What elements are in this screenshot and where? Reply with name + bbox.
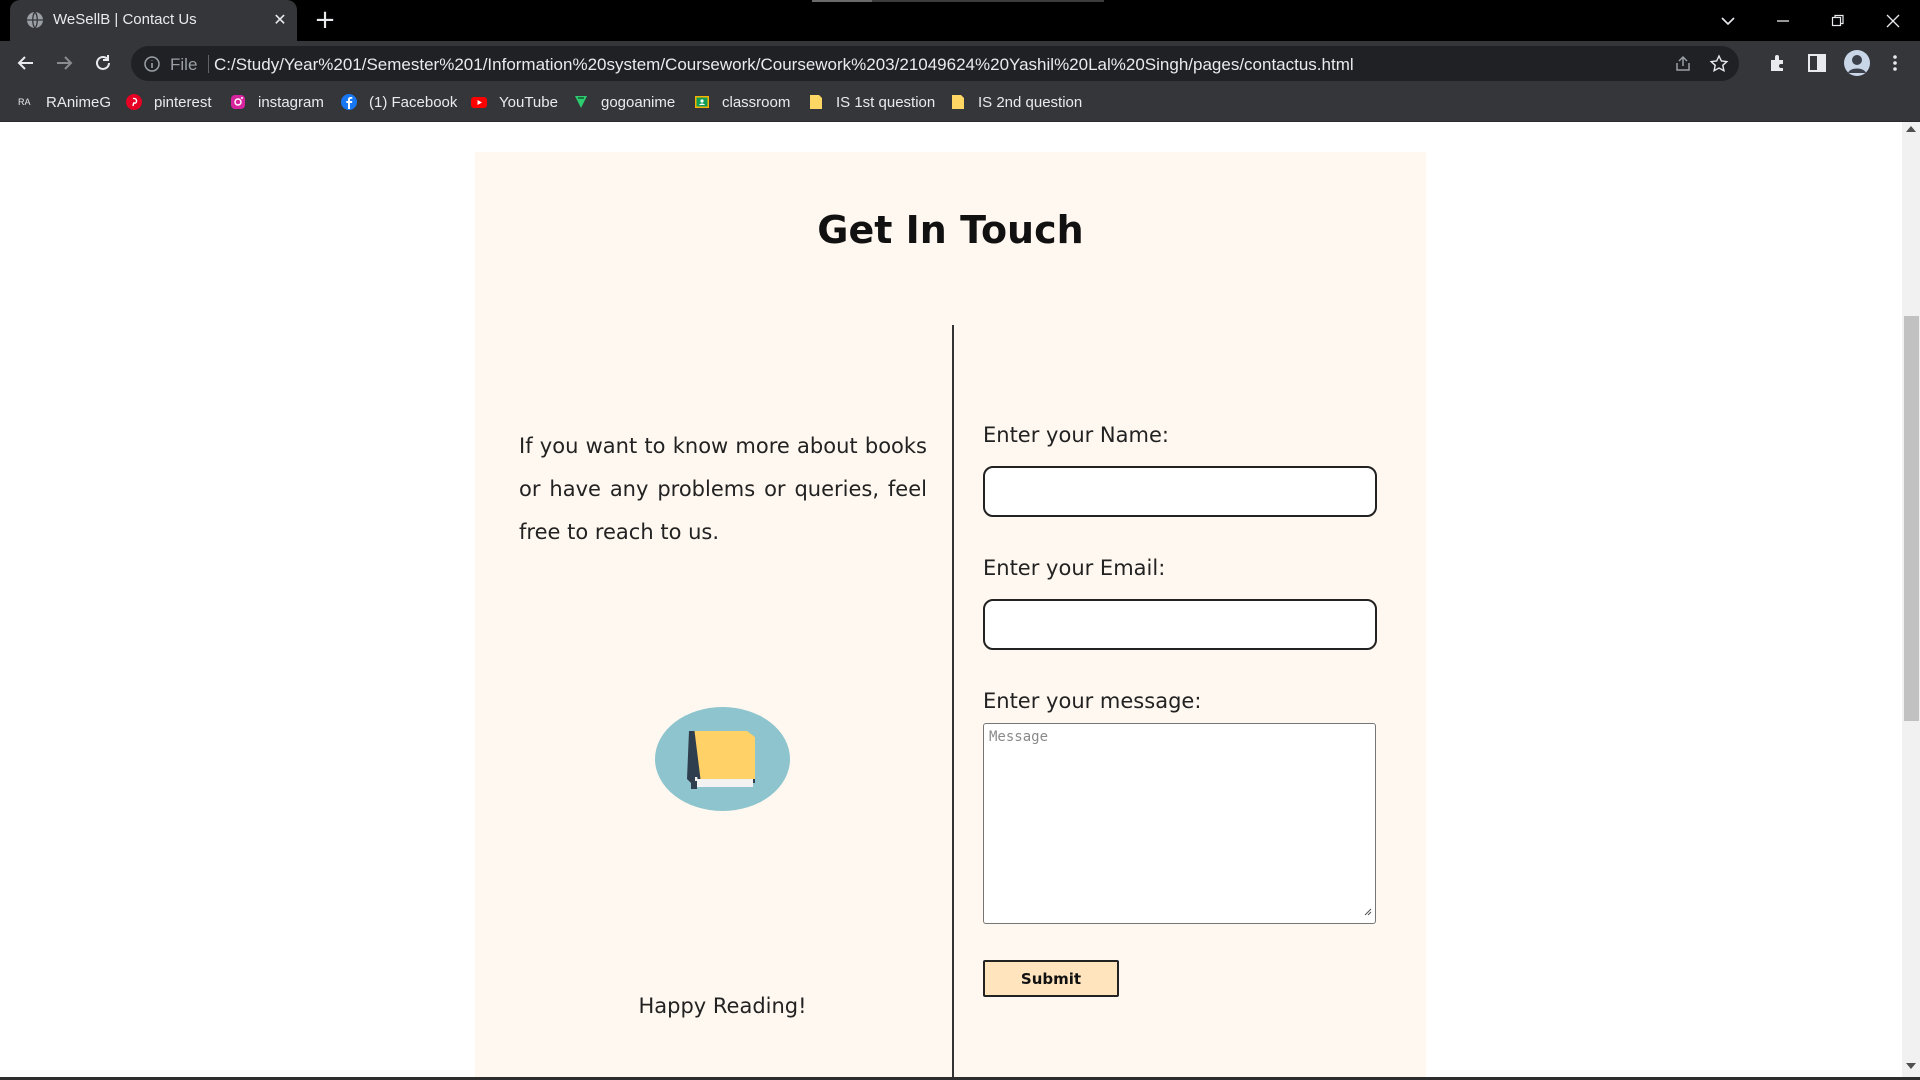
bookmark-label: instagram bbox=[258, 93, 324, 111]
bookmark-label: IS 2nd question bbox=[978, 93, 1083, 111]
scroll-down-arrow-icon[interactable] bbox=[1906, 1063, 1916, 1069]
bookmark-instagram[interactable]: instagram bbox=[230, 92, 324, 112]
bookmark-pinterest[interactable]: pinterest bbox=[126, 92, 212, 112]
extensions-puzzle-icon[interactable] bbox=[1767, 52, 1789, 74]
resize-grip-icon[interactable] bbox=[1362, 906, 1372, 916]
close-tab-icon[interactable]: ✕ bbox=[270, 10, 290, 30]
menu-kebab-icon[interactable] bbox=[1884, 52, 1906, 74]
scheme-label: File bbox=[170, 55, 198, 74]
reload-icon[interactable] bbox=[89, 49, 117, 77]
bookmark-youtube[interactable]: YouTube bbox=[471, 92, 558, 112]
bookmark-is-2nd-question[interactable]: IS 2nd question bbox=[950, 92, 1082, 112]
tab-strip: WeSellB | Contact Us ✕ + bbox=[0, 0, 1920, 41]
closing-text: Happy Reading! bbox=[638, 994, 807, 1018]
page-viewport: Get In Touch If you want to know more ab… bbox=[0, 122, 1902, 1080]
gogoanime-icon bbox=[575, 96, 587, 108]
info-icon[interactable] bbox=[143, 55, 161, 73]
bookmark-facebook[interactable]: (1) Facebook bbox=[341, 92, 457, 112]
folder-icon bbox=[952, 95, 964, 109]
pinterest-icon bbox=[126, 94, 142, 110]
page-scrollbar[interactable] bbox=[1902, 122, 1920, 1080]
email-input[interactable] bbox=[983, 599, 1377, 650]
bookmark-label: IS 1st question bbox=[836, 93, 936, 111]
name-input[interactable] bbox=[983, 466, 1377, 517]
message-label: Enter your message: bbox=[983, 689, 1202, 713]
bookmark-label: gogoanime bbox=[601, 93, 676, 111]
scrollbar-thumb[interactable] bbox=[1904, 316, 1919, 721]
browser-toolbar: File C:/Study/Year%201/Semester%201/Info… bbox=[0, 41, 1920, 84]
url-text[interactable]: C:/Study/Year%201/Semester%201/Informati… bbox=[214, 55, 1354, 75]
page-title: Get In Touch bbox=[817, 208, 1084, 252]
side-panel-icon[interactable] bbox=[1806, 52, 1828, 74]
share-icon[interactable] bbox=[1673, 54, 1693, 74]
tab-search-icon[interactable] bbox=[1713, 6, 1743, 36]
close-window-icon[interactable] bbox=[1878, 6, 1908, 36]
book-icon bbox=[655, 707, 790, 811]
message-textarea[interactable] bbox=[983, 723, 1376, 924]
facebook-icon bbox=[341, 94, 357, 110]
bookmark-label: (1) Facebook bbox=[369, 93, 458, 111]
instagram-icon bbox=[231, 95, 245, 109]
email-label: Enter your Email: bbox=[983, 556, 1166, 580]
bookmark-classroom[interactable]: classroom bbox=[694, 92, 790, 112]
restore-icon[interactable] bbox=[1823, 6, 1853, 36]
bookmark-label: pinterest bbox=[154, 93, 212, 111]
classroom-icon bbox=[695, 96, 709, 108]
bookmark-gogoanime[interactable]: gogoanime bbox=[573, 92, 675, 112]
new-tab-button[interactable]: + bbox=[312, 7, 338, 34]
name-label: Enter your Name: bbox=[983, 423, 1169, 447]
column-divider bbox=[952, 325, 954, 1080]
minimize-icon[interactable] bbox=[1768, 6, 1798, 36]
tab-title: WeSellB | Contact Us bbox=[53, 11, 197, 28]
bookmark-label: YouTube bbox=[499, 93, 558, 111]
globe-icon bbox=[27, 11, 43, 29]
bookmark-label: classroom bbox=[722, 93, 791, 111]
bookmark-ranimeg[interactable]: RA RAnimeG bbox=[18, 92, 111, 112]
bookmark-is-1st-question[interactable]: IS 1st question bbox=[808, 92, 935, 112]
address-separator bbox=[208, 55, 209, 73]
window-drag-indicator-highlight bbox=[812, 0, 872, 2]
contact-card: Get In Touch If you want to know more ab… bbox=[475, 152, 1426, 1080]
scroll-up-arrow-icon[interactable] bbox=[1906, 126, 1916, 132]
bookmark-star-icon[interactable] bbox=[1709, 54, 1729, 74]
back-arrow-icon[interactable] bbox=[12, 49, 40, 77]
bookmark-label: RAnimeG bbox=[46, 93, 112, 111]
address-bar[interactable]: File C:/Study/Year%201/Semester%201/Info… bbox=[131, 46, 1739, 81]
profile-avatar[interactable] bbox=[1843, 49, 1871, 77]
folder-icon bbox=[810, 95, 822, 109]
ranimeg-icon: RA bbox=[18, 97, 31, 107]
intro-text: If you want to know more about books or … bbox=[519, 434, 927, 544]
tab-active[interactable]: WeSellB | Contact Us ✕ bbox=[10, 0, 297, 41]
bookmarks-bar: RA RAnimeG pinterest instagram (1) Faceb… bbox=[0, 84, 1920, 122]
forward-arrow-icon[interactable] bbox=[50, 49, 78, 77]
youtube-icon bbox=[471, 97, 487, 108]
submit-button[interactable]: Submit bbox=[983, 960, 1119, 997]
